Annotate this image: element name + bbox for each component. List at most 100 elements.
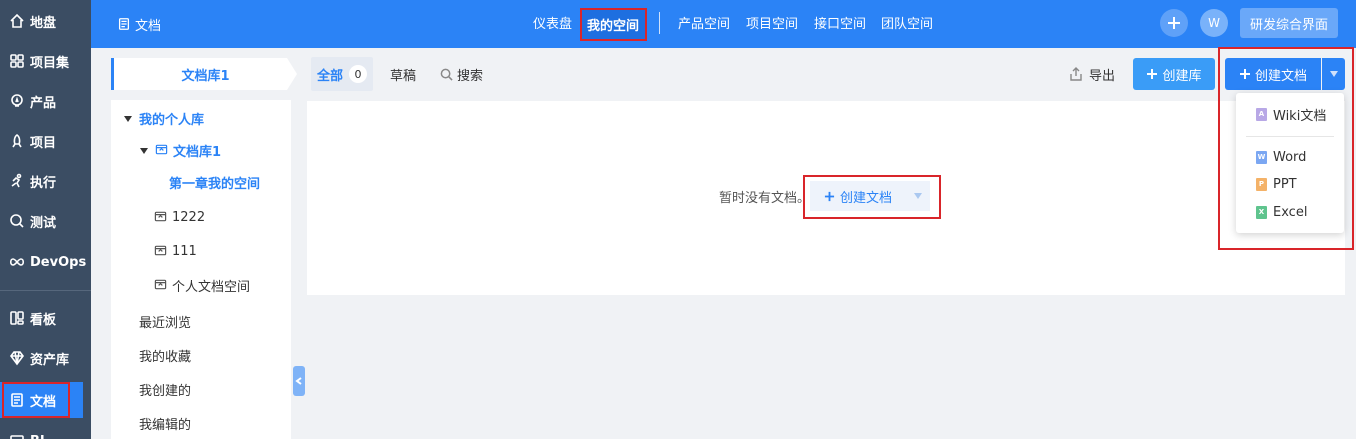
rocket-icon [8, 132, 26, 150]
tree-item-label: 我的个人库 [139, 112, 205, 128]
nav-team-space[interactable]: 团队空间 [881, 0, 933, 44]
create-doc-label: 创建文档 [1254, 68, 1307, 84]
tree-link-recent[interactable]: 最近浏览 [139, 308, 191, 334]
tab-search[interactable]: 搜索 [440, 57, 483, 91]
home-icon [8, 12, 26, 30]
create-doc-dropdown-toggle[interactable] [1322, 58, 1345, 90]
avatar[interactable]: W [1200, 9, 1228, 37]
tab-all[interactable]: 全部 0 [311, 57, 374, 91]
sidebar-divider [0, 290, 91, 291]
menu-item-label: Wiki文档 [1273, 108, 1327, 124]
add-button[interactable] [1160, 9, 1188, 37]
create-doc-menu: A Wiki文档 W Word P PPT X Excel [1236, 93, 1344, 233]
sidebar-item-product[interactable]: 产品 [0, 83, 91, 119]
sidebar-item-label: 项目集 [30, 55, 70, 71]
caret-down-icon[interactable] [123, 113, 133, 123]
search-icon [440, 68, 453, 81]
menu-item-excel[interactable]: X Excel [1256, 201, 1307, 223]
sidebar-item-label: 地盘 [30, 15, 57, 31]
menu-item-wiki[interactable]: A Wiki文档 [1256, 103, 1326, 125]
run-icon [8, 172, 26, 190]
plus-icon [1168, 17, 1180, 29]
word-icon: W [1256, 150, 1267, 164]
tree-item-chapter[interactable]: 第一章我的空间 [169, 169, 260, 195]
doc-tree: 我的个人库 文档库1 第一章我的空间 1222 111 个人文档空间 最近浏览 … [111, 100, 291, 439]
chevron-left-icon [295, 377, 302, 385]
tree-item-label: 个人文档空间 [172, 279, 251, 295]
sidebar-item-label: 文档 [30, 394, 57, 410]
menu-item-label: Excel [1273, 204, 1308, 220]
sidebar-item-devops[interactable]: DevOps [0, 244, 91, 280]
library-icon [154, 244, 168, 258]
menu-item-label: PPT [1273, 176, 1297, 192]
library-icon [154, 210, 168, 224]
header-title: 文档 [117, 0, 161, 48]
empty-message: 暂时没有文档。 [719, 190, 811, 206]
menu-item-ppt[interactable]: P PPT [1256, 173, 1297, 195]
sidebar-item-test[interactable]: 测试 [0, 203, 91, 239]
diamond-icon [8, 349, 26, 367]
sidebar-item-bi[interactable]: BI [0, 423, 91, 439]
tree-link-favorites[interactable]: 我的收藏 [139, 342, 191, 368]
sidebar-item-label: 看板 [30, 312, 57, 328]
tab-all-label: 全部 [317, 68, 344, 84]
empty-create-doc-button[interactable]: 创建文档 [810, 181, 930, 211]
menu-item-word[interactable]: W Word [1256, 146, 1306, 168]
tree-item-library[interactable]: 111 [154, 238, 197, 264]
sidebar-item-label: DevOps [30, 254, 87, 270]
sidebar-item-label: 产品 [30, 95, 57, 111]
create-library-button[interactable]: 创建库 [1133, 58, 1215, 90]
tree-item-library[interactable]: 1222 [154, 204, 205, 230]
count-badge: 0 [349, 65, 368, 83]
nav-separator [659, 12, 660, 34]
export-button[interactable]: 导出 [1069, 58, 1115, 90]
create-doc-button[interactable]: 创建文档 [1225, 58, 1321, 90]
doc-icon [8, 391, 26, 409]
tree-item-label: 1222 [172, 209, 206, 225]
tree-item-label: 111 [172, 243, 197, 259]
sidebar-item-asset-library[interactable]: 资产库 [0, 340, 91, 376]
tree-link-created[interactable]: 我创建的 [139, 376, 191, 402]
sidebar-item-project[interactable]: 项目 [0, 123, 91, 159]
header-title-text: 文档 [135, 18, 162, 34]
top-header: 文档 仪表盘 我的空间 产品空间 项目空间 接口空间 团队空间 W 研发综合界面 [91, 0, 1356, 48]
menu-item-label: Word [1273, 149, 1307, 165]
sidebar-item-dashboard[interactable]: 地盘 [0, 3, 91, 39]
excel-icon: X [1256, 205, 1267, 219]
sidebar-item-kanban[interactable]: 看板 [0, 300, 91, 336]
caret-down-icon[interactable] [914, 193, 922, 199]
search-icon [8, 212, 26, 230]
plus-icon [1147, 69, 1158, 79]
collapse-sidebar-handle[interactable] [293, 366, 305, 396]
nav-dashboard[interactable]: 仪表盘 [533, 0, 572, 44]
bulb-icon [8, 92, 26, 110]
menu-divider [1246, 136, 1334, 137]
workspace-switch-button[interactable]: 研发综合界面 [1240, 8, 1338, 38]
export-label: 导出 [1089, 68, 1116, 84]
tab-search-label: 搜索 [457, 68, 484, 84]
nav-project-space[interactable]: 项目空间 [746, 0, 798, 44]
plus-icon [1239, 69, 1250, 79]
library-icon [154, 278, 168, 292]
sidebar-item-label: 测试 [30, 215, 57, 231]
sidebar-item-execution[interactable]: 执行 [0, 163, 91, 199]
tree-link-edited[interactable]: 我编辑的 [139, 410, 191, 436]
infinity-icon [8, 253, 26, 271]
tree-item-library[interactable]: 个人文档空间 [154, 272, 250, 298]
tree-root-personal-library[interactable]: 我的个人库 [123, 105, 204, 131]
tree-item-label: 文档库1 [173, 144, 222, 160]
wiki-icon: A [1256, 107, 1267, 121]
caret-down-icon [1329, 71, 1338, 77]
tree-item-library1[interactable]: 文档库1 [139, 137, 221, 163]
nav-product-space[interactable]: 产品空间 [678, 0, 730, 44]
library-tab[interactable]: 文档库1 [111, 58, 297, 90]
sidebar-item-program[interactable]: 项目集 [0, 43, 91, 79]
nav-my-space[interactable]: 我的空间 [581, 8, 646, 40]
ppt-icon: P [1256, 177, 1267, 191]
chart-icon [8, 432, 26, 439]
library-icon [155, 143, 169, 157]
caret-down-icon[interactable] [139, 145, 149, 155]
sidebar-item-docs[interactable]: 文档 [0, 382, 83, 418]
tab-draft[interactable]: 草稿 [390, 57, 416, 91]
nav-api-space[interactable]: 接口空间 [814, 0, 866, 44]
